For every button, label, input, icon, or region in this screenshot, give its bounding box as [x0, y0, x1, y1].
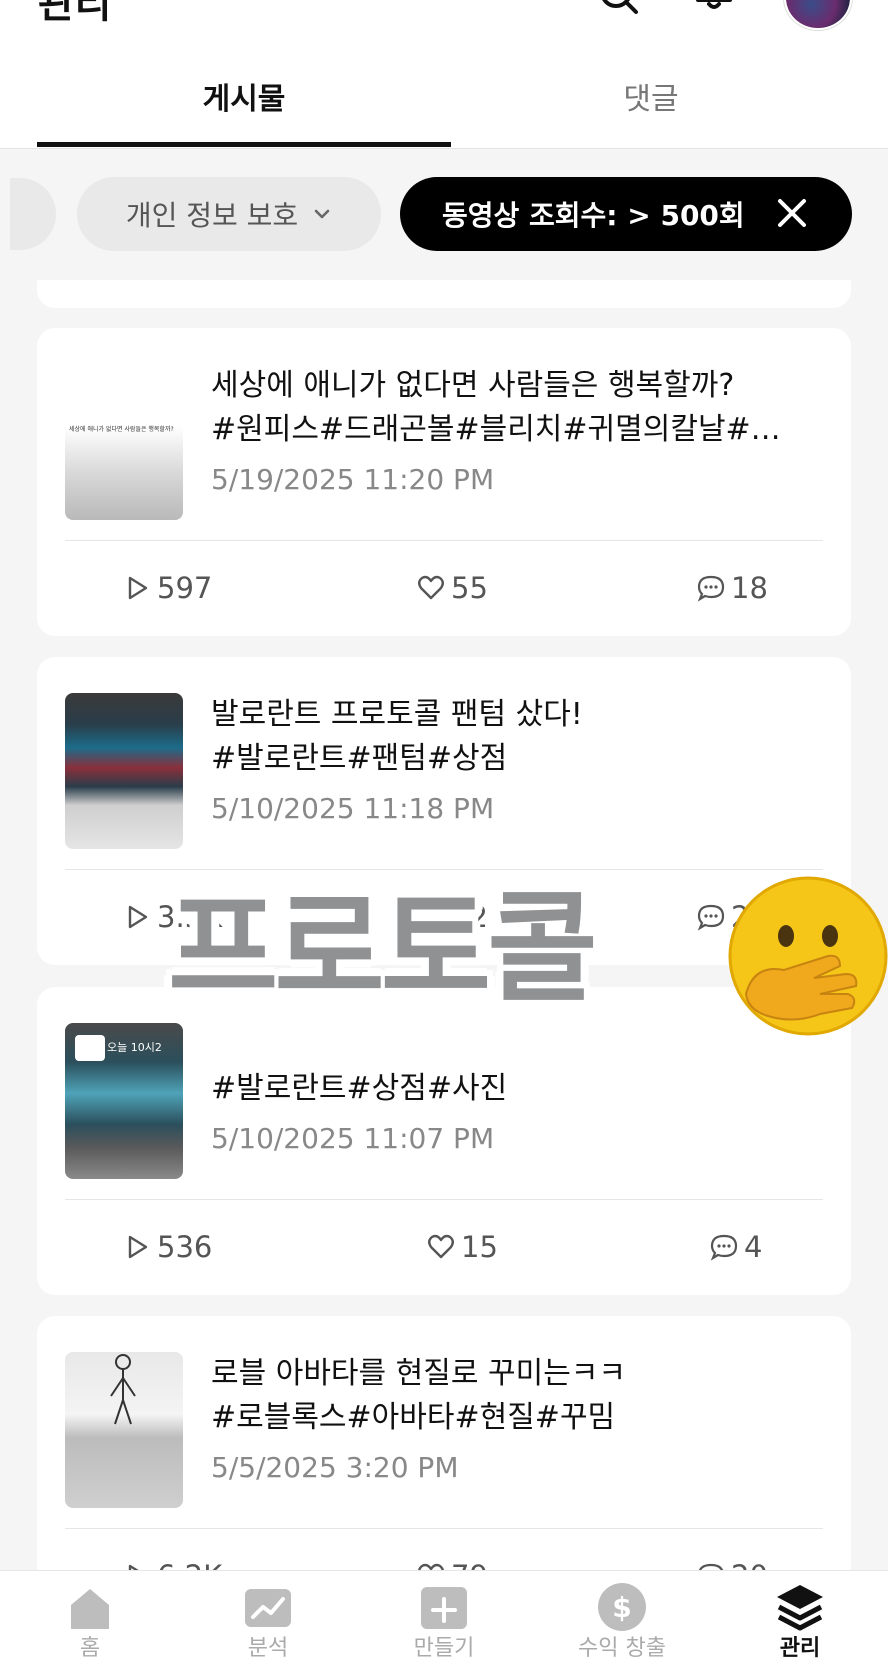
- nav-manage-label: 관리: [779, 1636, 821, 1661]
- nav-home-label: 홈: [79, 1636, 101, 1661]
- comments-stat: 4: [710, 1227, 762, 1267]
- nav-analytics-label: 분석: [247, 1636, 289, 1661]
- play-icon: [128, 576, 148, 600]
- avatar-figure-icon: [110, 1354, 136, 1425]
- likes-stat: 55: [417, 568, 488, 608]
- views-filter-label: 동영상 조회수: > 500회: [442, 199, 745, 232]
- comment-icon: [710, 1234, 738, 1261]
- comment-icon: [697, 575, 725, 602]
- likes-count: 55: [451, 571, 488, 605]
- bell-icon[interactable]: [692, 0, 736, 26]
- post-title: 로블 아바타를 현질로 꾸미는ㅋㅋ: [211, 1356, 627, 1391]
- page-title: 관리: [38, 0, 112, 27]
- views-stat: 597: [123, 568, 212, 608]
- svg-text:$: $: [612, 1591, 631, 1624]
- active-tab-indicator: [37, 142, 451, 147]
- filter-chip-partial[interactable]: [10, 178, 56, 250]
- post-thumbnail[interactable]: [65, 1352, 183, 1508]
- face-with-hand-over-mouth-icon: [728, 876, 888, 1036]
- post-title: 세상에 애니가 없다면 사람들은 행복할까?: [211, 368, 735, 403]
- post-hashtags: #발로란트#팬텀#상점: [211, 741, 508, 776]
- post-hashtags: #발로란트#상점#사진: [211, 1071, 508, 1106]
- post-thumbnail[interactable]: [65, 693, 183, 849]
- comment-icon: [697, 904, 725, 931]
- top-header: 관리 게시물 댓글: [0, 0, 888, 149]
- divider: [65, 540, 823, 541]
- views-count: 597: [157, 571, 213, 605]
- analytics-icon: [245, 1589, 291, 1627]
- privacy-filter-chip[interactable]: 개인 정보 보호: [77, 177, 381, 251]
- nav-create-label: 만들기: [413, 1636, 475, 1661]
- thumbnail-caption: 오늘 10시2: [107, 1041, 162, 1054]
- tab-comments[interactable]: 댓글: [501, 80, 801, 120]
- play-icon: [128, 1235, 148, 1259]
- chevron-down-icon: [314, 209, 330, 219]
- comments-count: 18: [731, 571, 768, 605]
- tab-bar: 게시물 댓글: [0, 60, 888, 149]
- likes-count: 15: [461, 1230, 498, 1264]
- play-icon: [128, 905, 148, 929]
- divider: [65, 1528, 823, 1529]
- image-icon: [75, 1035, 105, 1061]
- nav-manage[interactable]: 관리: [730, 1581, 870, 1663]
- post-thumbnail[interactable]: 오늘 10시2: [65, 1023, 183, 1179]
- post-date: 5/10/2025 11:07 PM: [211, 1122, 495, 1155]
- thumbnail-caption: 세상에 애니가 없다면 사람들은 행복할까?: [69, 426, 174, 433]
- nav-home[interactable]: 홈: [20, 1581, 160, 1663]
- likes-stat: 15: [427, 1227, 498, 1267]
- heart-icon: [418, 575, 444, 600]
- divider: [65, 1199, 823, 1200]
- heart-icon: [428, 1234, 454, 1259]
- bottom-nav: 홈 분석 만들기 $ 수익 창출 관리: [0, 1570, 888, 1669]
- nav-analytics[interactable]: 분석: [198, 1581, 338, 1663]
- post-hashtags: #원피스#드래곤볼#블리치#귀멸의칼날#…: [211, 412, 781, 447]
- post-date: 5/19/2025 11:20 PM: [211, 463, 495, 496]
- home-icon: [71, 1589, 109, 1629]
- comments-stat: 18: [697, 568, 768, 608]
- close-icon[interactable]: [774, 195, 810, 231]
- comments-count: 4: [744, 1230, 763, 1264]
- avatar[interactable]: [784, 0, 852, 30]
- post-thumbnail[interactable]: 세상에 애니가 없다면 사람들은 행복할까?: [65, 364, 183, 520]
- search-icon[interactable]: [596, 0, 640, 26]
- post-date: 5/10/2025 11:18 PM: [211, 792, 495, 825]
- post-date: 5/5/2025 3:20 PM: [211, 1451, 459, 1484]
- post-card[interactable]: 세상에 애니가 없다면 사람들은 행복할까? 세상에 애니가 없다면 사람들은 …: [37, 328, 851, 636]
- nav-monetize-label: 수익 창출: [578, 1636, 666, 1661]
- tab-posts[interactable]: 게시물: [94, 80, 394, 120]
- layers-icon: [777, 1585, 823, 1631]
- views-stat: 536: [123, 1227, 212, 1267]
- post-hashtags: #로블록스#아바타#현질#꾸밈: [211, 1400, 616, 1435]
- nav-create[interactable]: 만들기: [374, 1581, 514, 1663]
- overlay-sticker-text: 프로토콜: [168, 880, 598, 1019]
- create-icon: [421, 1587, 467, 1629]
- dollar-icon: $: [598, 1583, 646, 1631]
- nav-monetize[interactable]: $ 수익 창출: [552, 1581, 692, 1663]
- views-count: 536: [157, 1230, 213, 1264]
- divider: [65, 869, 823, 870]
- privacy-filter-label: 개인 정보 보호: [125, 199, 299, 232]
- post-card-partial: [37, 280, 851, 308]
- post-title: 발로란트 프로토콜 팬텀 샀다!: [211, 697, 583, 732]
- views-filter-chip[interactable]: 동영상 조회수: > 500회: [400, 177, 852, 251]
